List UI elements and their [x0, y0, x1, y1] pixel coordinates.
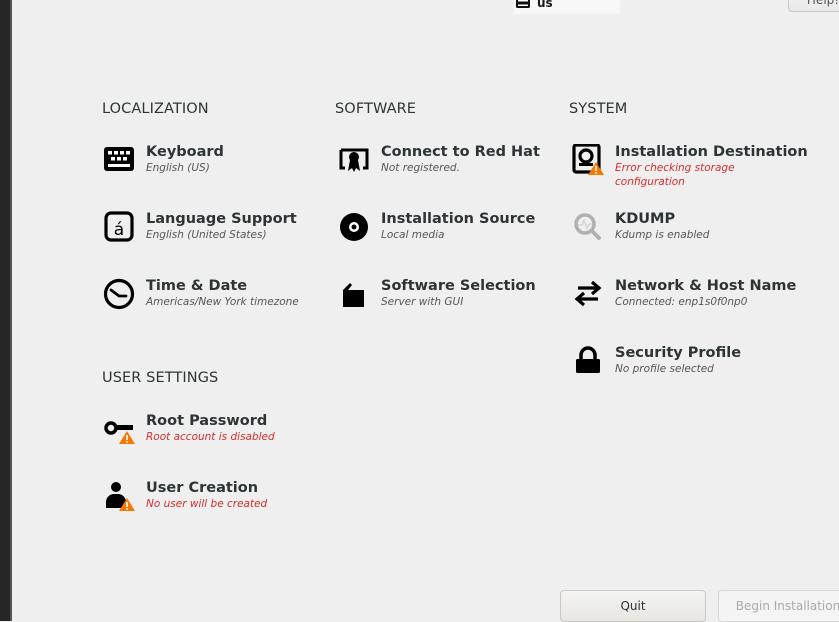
- spoke-title: Software Selection: [381, 278, 536, 294]
- spoke-status: Not registered.: [381, 162, 460, 174]
- spoke-security-profile[interactable]: Security Profile No profile selected: [572, 345, 741, 377]
- key-warning-icon: [103, 413, 135, 445]
- spoke-status: Server with GUI: [381, 296, 464, 308]
- spoke-language-support[interactable]: á Language Support English (United State…: [103, 211, 297, 243]
- user-warning-icon: [103, 480, 135, 512]
- left-panel-edge: [0, 0, 12, 621]
- section-title-user-settings: USER SETTINGS: [102, 370, 219, 386]
- spoke-installation-source[interactable]: Installation Source Local media: [338, 211, 535, 243]
- keyboard-layout-indicator[interactable]: us: [513, 0, 620, 14]
- help-button[interactable]: Help!: [788, 0, 839, 12]
- spoke-status: English (US): [146, 162, 210, 174]
- quit-button[interactable]: Quit: [560, 590, 706, 622]
- spoke-title: Time & Date: [146, 278, 248, 294]
- spoke-status-error: Error checking storage configuration: [615, 162, 735, 188]
- spoke-status-error: No user will be created: [146, 498, 268, 510]
- spoke-network-host-name[interactable]: Network & Host Name Connected: enp1s0f0n…: [572, 278, 796, 310]
- spoke-title: KDUMP: [615, 211, 676, 227]
- spoke-status: Americas/New York timezone: [146, 296, 299, 308]
- spoke-software-selection[interactable]: Software Selection Server with GUI: [338, 278, 536, 310]
- begin-installation-button[interactable]: Begin Installation: [718, 590, 839, 622]
- section-title-localization: LOCALIZATION: [102, 101, 209, 117]
- spoke-title: User Creation: [146, 480, 259, 496]
- spoke-title: Security Profile: [615, 345, 742, 361]
- spoke-status: English (United States): [146, 229, 267, 241]
- language-icon: á: [103, 211, 135, 243]
- spoke-title: Network & Host Name: [615, 278, 797, 294]
- section-title-software: SOFTWARE: [335, 101, 417, 117]
- keyboard-icon: [103, 144, 135, 176]
- spoke-keyboard[interactable]: Keyboard English (US): [103, 144, 224, 176]
- spoke-status: Connected: enp1s0f0np0: [615, 296, 748, 308]
- certificate-icon: [338, 144, 370, 176]
- section-title-system: SYSTEM: [569, 101, 628, 117]
- spoke-connect-red-hat[interactable]: Connect to Red Hat Not registered.: [338, 144, 540, 176]
- disc-icon: [338, 211, 370, 243]
- keyboard-layout-label: us: [537, 0, 553, 10]
- package-icon: [338, 278, 370, 310]
- spoke-title: Connect to Red Hat: [381, 144, 540, 160]
- spoke-title: Root Password: [146, 413, 268, 429]
- spoke-title: Installation Source: [381, 211, 536, 227]
- lock-icon: [572, 345, 604, 377]
- spoke-status: Local media: [381, 229, 445, 241]
- network-arrows-icon: [572, 278, 604, 310]
- spoke-status: Kdump is enabled: [615, 229, 710, 241]
- spoke-kdump[interactable]: KDUMP Kdump is enabled: [572, 211, 709, 243]
- spoke-root-password[interactable]: Root Password Root account is disabled: [103, 413, 275, 445]
- spoke-installation-destination[interactable]: Installation Destination Error checking …: [572, 143, 808, 189]
- spoke-status: No profile selected: [615, 363, 714, 375]
- harddisk-warning-icon: [572, 143, 604, 176]
- svg-text:á: á: [114, 220, 124, 240]
- spoke-title: Installation Destination: [615, 144, 808, 160]
- clock-icon: [103, 278, 135, 310]
- spoke-user-creation[interactable]: User Creation No user will be created: [103, 480, 267, 512]
- spoke-time-date[interactable]: Time & Date Americas/New York timezone: [103, 278, 299, 310]
- spoke-title: Language Support: [146, 211, 297, 227]
- spoke-title: Keyboard: [146, 144, 224, 160]
- keyboard-icon: [516, 0, 530, 8]
- spoke-status-error: Root account is disabled: [146, 431, 275, 443]
- kdump-magnifier-icon: [572, 211, 604, 243]
